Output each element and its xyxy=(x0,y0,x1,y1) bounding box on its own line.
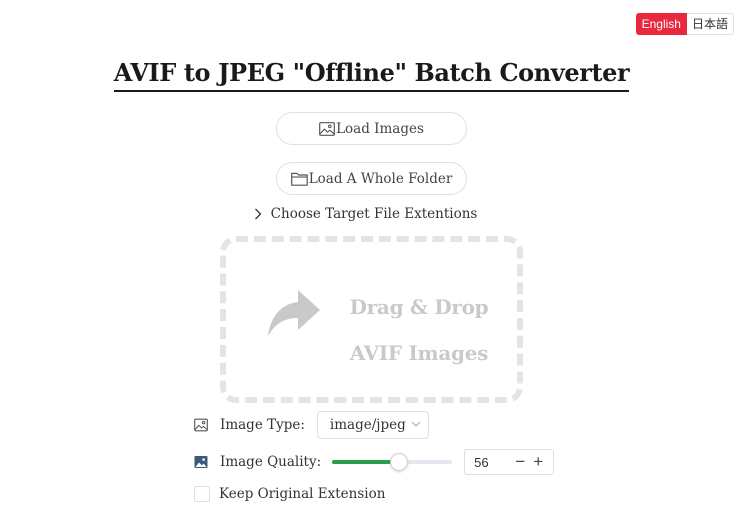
language-button-japanese[interactable]: 日本語 xyxy=(686,13,734,35)
image-quality-stepper: 56 − + xyxy=(464,449,555,475)
image-quality-value[interactable]: 56 xyxy=(465,455,511,470)
slider-fill xyxy=(332,460,400,464)
drop-zone-line-2: AVIF Images xyxy=(349,341,489,365)
page-header: AVIF to JPEG "Offline" Batch Converter xyxy=(0,58,743,92)
share-arrow-icon xyxy=(268,290,320,336)
keep-extension-label: Keep Original Extension xyxy=(219,486,386,502)
load-folder-label: Load A Whole Folder xyxy=(308,170,453,187)
language-switch: English 日本語 xyxy=(635,13,734,35)
load-images-label: Load Images xyxy=(336,120,424,137)
drop-zone-line-1: Drag & Drop xyxy=(349,295,489,319)
slider-thumb[interactable] xyxy=(390,453,409,471)
drop-zone-text: Drag & Drop AVIF Images xyxy=(334,284,504,376)
image-quality-row: Image Quality: 56 − + xyxy=(194,448,555,476)
load-folder-button[interactable]: Load A Whole Folder xyxy=(276,162,467,195)
image-filled-icon xyxy=(194,456,208,468)
target-extensions-label: Choose Target File Extentions xyxy=(270,206,478,222)
image-icon xyxy=(194,418,208,432)
image-type-row: Image Type: image/jpeg xyxy=(194,411,429,439)
folder-icon xyxy=(290,172,308,186)
image-icon xyxy=(319,121,335,136)
chevron-down-icon xyxy=(411,421,421,427)
keep-extension-checkbox[interactable] xyxy=(194,486,210,502)
image-type-select[interactable]: image/jpeg xyxy=(316,411,429,439)
image-type-value: image/jpeg xyxy=(329,417,406,433)
image-quality-slider[interactable] xyxy=(332,452,453,472)
target-extensions-toggle[interactable]: Choose Target File Extentions xyxy=(0,206,743,222)
increment-button[interactable]: + xyxy=(529,450,547,474)
decrement-button[interactable]: − xyxy=(511,450,529,474)
drop-zone[interactable]: Drag & Drop AVIF Images xyxy=(220,236,523,403)
chevron-right-icon xyxy=(254,208,262,220)
image-quality-label: Image Quality: xyxy=(220,454,322,470)
load-images-button[interactable]: Load Images xyxy=(276,112,467,145)
page-title: AVIF to JPEG "Offline" Batch Converter xyxy=(113,58,630,92)
language-button-english[interactable]: English xyxy=(635,13,687,35)
keep-extension-row: Keep Original Extension xyxy=(194,484,385,504)
image-type-label: Image Type: xyxy=(220,417,305,433)
